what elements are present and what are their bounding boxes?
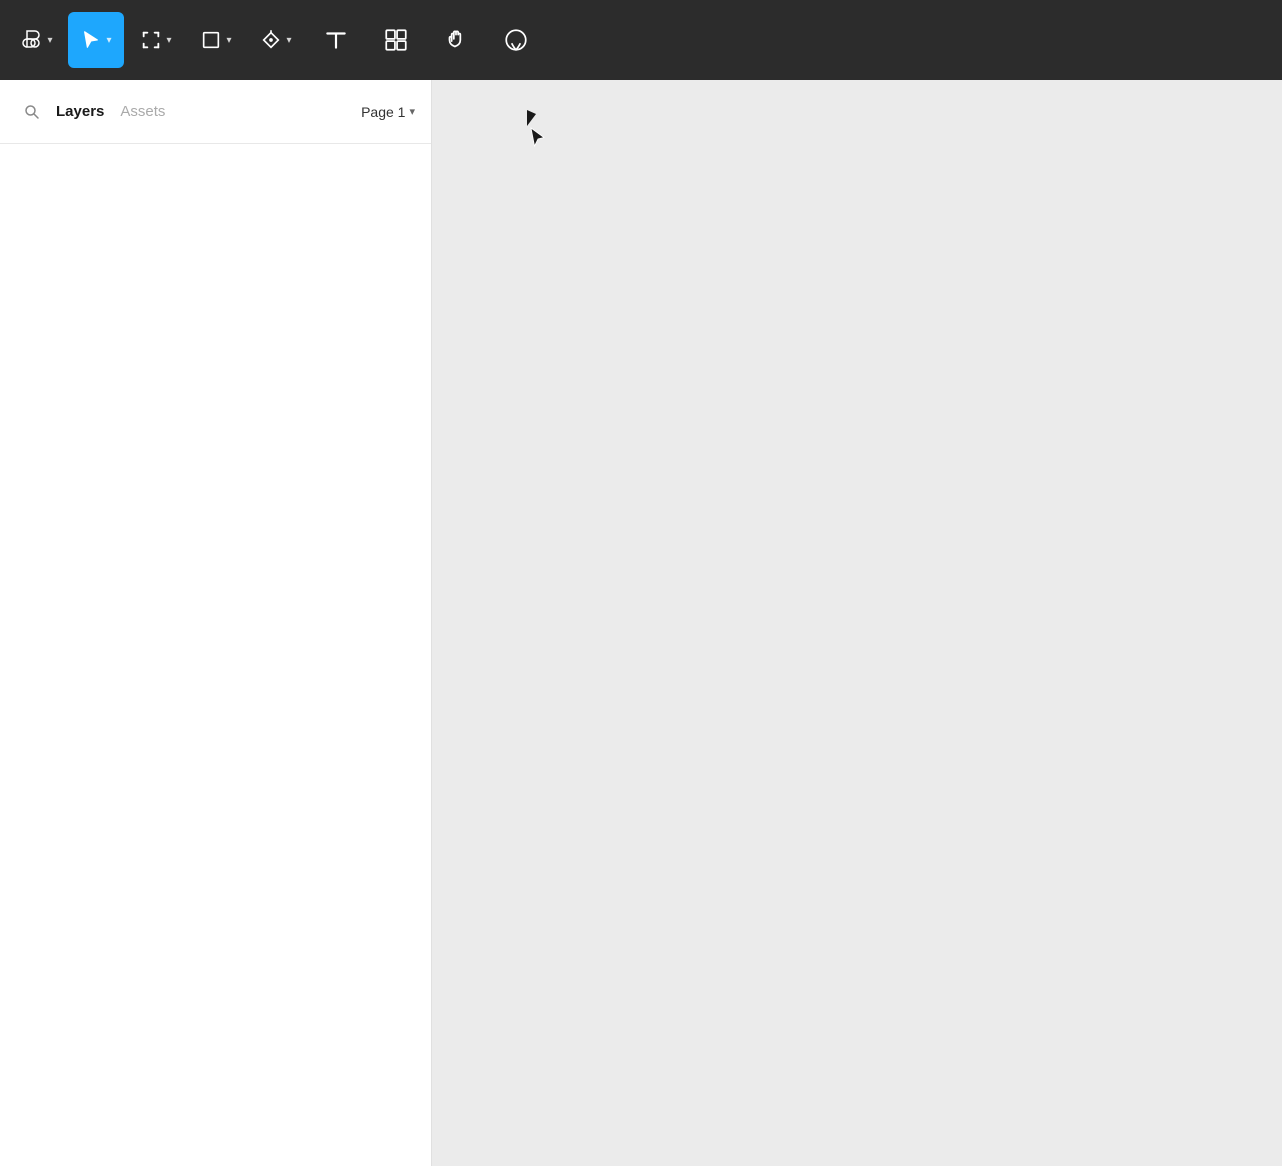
components-tool-button[interactable]: [368, 12, 424, 68]
figma-icon: [19, 28, 43, 52]
logo-chevron: ▾: [47, 35, 52, 46]
layers-panel-content: [0, 144, 431, 1166]
comment-tool-button[interactable]: [488, 12, 544, 68]
toolbar: ▾ ▾ ▾ ▾ ▾: [0, 0, 1282, 80]
pen-chevron: ▾: [286, 35, 291, 46]
frame-icon: [140, 29, 162, 51]
select-icon: [80, 29, 102, 51]
frame-tool-button[interactable]: ▾: [128, 12, 184, 68]
main-layout: Layers Assets Page 1 ▾: [0, 80, 1282, 1166]
page-selector[interactable]: Page 1 ▾: [361, 104, 415, 120]
shape-chevron: ▾: [226, 35, 231, 46]
select-tool-button[interactable]: ▾: [68, 12, 124, 68]
hand-tool-button[interactable]: [428, 12, 484, 68]
left-panel: Layers Assets Page 1 ▾: [0, 80, 432, 1166]
pen-tool-button[interactable]: ▾: [248, 12, 304, 68]
search-button[interactable]: [16, 96, 48, 128]
shape-tool-button[interactable]: ▾: [188, 12, 244, 68]
canvas-area[interactable]: [432, 80, 1282, 1166]
shape-icon: [200, 29, 222, 51]
components-icon: [383, 27, 409, 53]
page-selector-chevron: ▾: [409, 105, 415, 118]
layers-tab[interactable]: Layers: [56, 99, 104, 124]
pen-icon: [260, 29, 282, 51]
text-tool-button[interactable]: [308, 12, 364, 68]
panel-header: Layers Assets Page 1 ▾: [0, 80, 431, 144]
hand-icon: [443, 27, 469, 53]
panel-tabs: Layers Assets: [56, 99, 353, 124]
page-selector-label: Page 1: [361, 104, 405, 120]
figma-logo-button[interactable]: ▾: [8, 12, 64, 68]
comment-icon: [503, 27, 529, 53]
select-chevron: ▾: [106, 35, 111, 46]
search-icon: [23, 103, 41, 121]
text-icon: [323, 27, 349, 53]
frame-chevron: ▾: [166, 35, 171, 46]
assets-tab[interactable]: Assets: [120, 99, 165, 124]
